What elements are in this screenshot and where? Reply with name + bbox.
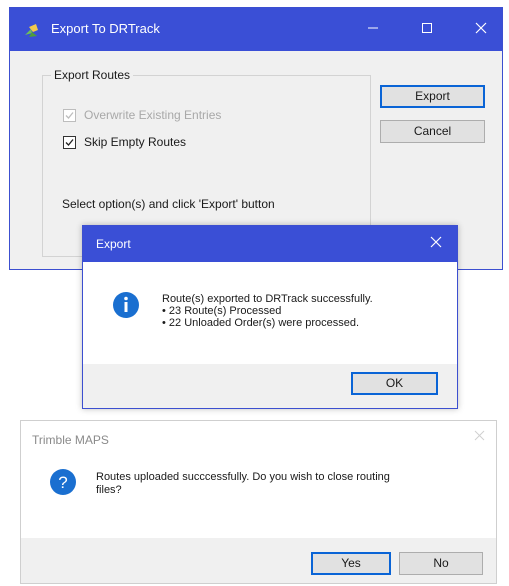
message-line: files?	[96, 484, 122, 496]
title-bar[interactable]: Export To DRTrack	[10, 8, 502, 51]
confirmation-message: Routes uploaded succcessfully. Do you wi…	[96, 471, 390, 497]
dialog-title: Export	[96, 237, 131, 251]
close-icon[interactable]	[413, 226, 459, 262]
close-icon[interactable]	[474, 428, 485, 445]
overwrite-existing-checkbox[interactable]: Overwrite Existing Entries	[63, 107, 221, 123]
title-bar[interactable]: Export	[83, 226, 457, 262]
trimble-maps-dialog: Trimble MAPS ? Routes uploaded succcessf…	[20, 420, 497, 584]
svg-text:?: ?	[58, 473, 67, 492]
message-line: • 22 Unloaded Order(s) were processed.	[162, 317, 360, 329]
export-message-text: Route(s) exported to DRTrack successfull…	[162, 293, 373, 329]
message-line: Routes uploaded succcessfully. Do you wi…	[96, 471, 390, 483]
cancel-button[interactable]: Cancel	[380, 120, 485, 143]
question-icon: ?	[49, 468, 77, 496]
skip-empty-routes-checkbox[interactable]: Skip Empty Routes	[63, 134, 186, 150]
group-label: Export Routes	[51, 68, 134, 82]
info-icon	[112, 291, 140, 319]
checkbox-label: Skip Empty Routes	[84, 135, 187, 149]
export-button[interactable]: Export	[380, 85, 485, 108]
instructions-text: Select option(s) and click 'Export' butt…	[62, 197, 275, 211]
export-message-dialog: Export Route(s) exported to DRTrack succ…	[82, 225, 458, 409]
checkbox-label: Overwrite Existing Entries	[84, 108, 222, 122]
dialog-title: Trimble MAPS	[32, 433, 109, 447]
minimize-icon[interactable]	[350, 8, 396, 51]
message-line: • 23 Route(s) Processed	[162, 305, 282, 317]
close-icon[interactable]	[458, 8, 504, 51]
dialog-footer: Yes No	[21, 538, 496, 583]
maximize-icon[interactable]	[404, 8, 450, 51]
message-line: Route(s) exported to DRTrack successfull…	[162, 293, 373, 305]
checkbox-box[interactable]	[63, 108, 76, 122]
yes-button[interactable]: Yes	[311, 552, 391, 575]
checkbox-box[interactable]	[63, 135, 76, 149]
dialog-footer: OK	[83, 364, 457, 408]
window-title: Export To DRTrack	[51, 21, 160, 36]
ok-button[interactable]: OK	[351, 372, 438, 395]
app-icon	[23, 21, 41, 39]
no-button[interactable]: No	[399, 552, 483, 575]
